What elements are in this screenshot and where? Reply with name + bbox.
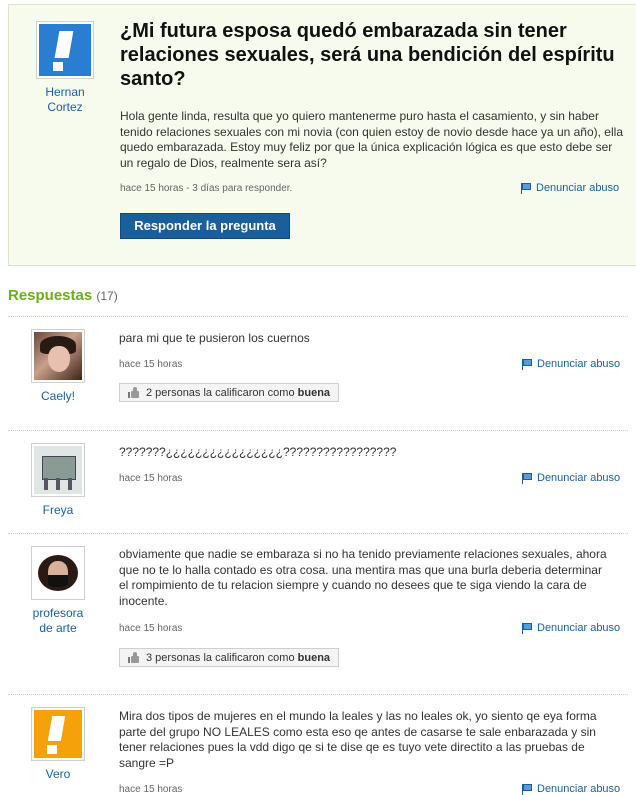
answer-item: Vero Mira dos tipos de mujeres en el mun… bbox=[8, 694, 628, 795]
avatar[interactable] bbox=[36, 21, 94, 79]
answer-time: hace 15 horas bbox=[119, 623, 183, 634]
answer-author: Freya bbox=[28, 443, 88, 518]
report-abuse-label: Denunciar abuso bbox=[537, 622, 621, 634]
author-name-link[interactable]: profesora de arte bbox=[28, 606, 88, 636]
flag-icon bbox=[520, 183, 532, 194]
question-title: ¿Mi futura esposa quedó embarazada sin t… bbox=[120, 20, 615, 90]
answer-author: Vero bbox=[28, 707, 88, 782]
author-name-link[interactable]: Caely! bbox=[28, 389, 88, 404]
author-name-link[interactable]: Hernan Cortez bbox=[35, 85, 95, 115]
answer-item: Caely! para mi que te pusieron los cuern… bbox=[8, 316, 628, 430]
rating-badge[interactable]: 2 personas la calificaron como buena bbox=[119, 383, 340, 402]
flag-icon bbox=[521, 359, 533, 370]
report-abuse-label: Denunciar abuso bbox=[537, 783, 621, 795]
answer-text: Mira dos tipos de mujeres en el mundo la… bbox=[119, 709, 597, 770]
report-abuse-link[interactable]: Denunciar abuso bbox=[520, 182, 619, 194]
thumbs-up-icon bbox=[128, 652, 140, 664]
user-photo bbox=[34, 549, 82, 597]
author-name-link[interactable]: Vero bbox=[28, 767, 88, 782]
avatar[interactable] bbox=[31, 329, 85, 383]
question-body: Hola gente linda, resulta que yo quiero … bbox=[120, 109, 623, 170]
rating-badge[interactable]: 3 personas la calificaron como buena bbox=[119, 648, 340, 667]
report-abuse-label: Denunciar abuso bbox=[536, 182, 620, 194]
flag-icon bbox=[521, 473, 533, 484]
report-abuse-link[interactable]: Denunciar abuso bbox=[521, 622, 620, 634]
question-meta: hace 15 horas - 3 días para responder. bbox=[120, 183, 293, 194]
report-abuse-link[interactable]: Denunciar abuso bbox=[521, 783, 620, 795]
answer-time: hace 15 horas bbox=[119, 473, 183, 484]
user-photo bbox=[34, 446, 82, 494]
question-box: Hernan Cortez ¿Mi futura esposa quedó em… bbox=[8, 4, 636, 266]
report-abuse-label: Denunciar abuso bbox=[537, 358, 621, 370]
flag-icon bbox=[521, 784, 533, 795]
user-photo bbox=[34, 332, 82, 380]
default-avatar-icon bbox=[39, 24, 91, 76]
avatar[interactable] bbox=[31, 443, 85, 497]
default-avatar-icon bbox=[34, 710, 82, 758]
report-abuse-link[interactable]: Denunciar abuso bbox=[521, 472, 620, 484]
answers-count: (17) bbox=[96, 289, 118, 303]
answers-label: Respuestas bbox=[8, 287, 93, 304]
report-abuse-link[interactable]: Denunciar abuso bbox=[521, 358, 620, 370]
flag-icon bbox=[521, 623, 533, 634]
answer-item: profesora de arte obviamente que nadie s… bbox=[8, 533, 628, 694]
rating-text: 2 personas la calificaron como bbox=[146, 387, 295, 399]
thumbs-up-icon bbox=[128, 387, 140, 399]
answers-heading: Respuestas (17) bbox=[8, 287, 118, 304]
author-name-link[interactable]: Freya bbox=[28, 503, 88, 518]
rating-word: buena bbox=[297, 387, 331, 399]
answer-text: ???????¿¿¿¿¿¿¿¿¿¿¿¿¿¿¿¿????????????????? bbox=[119, 445, 397, 459]
answer-text: para mi que te pusieron los cuernos bbox=[119, 331, 310, 345]
question-author: Hernan Cortez bbox=[35, 21, 95, 115]
avatar[interactable] bbox=[31, 546, 85, 600]
report-abuse-label: Denunciar abuso bbox=[537, 472, 621, 484]
avatar[interactable] bbox=[31, 707, 85, 761]
answer-time: hace 15 horas bbox=[119, 359, 183, 370]
answer-text: obviamente que nadie se embaraza si no h… bbox=[119, 547, 607, 608]
answer-author: profesora de arte bbox=[28, 546, 88, 636]
answer-author: Caely! bbox=[28, 329, 88, 404]
answer-question-button[interactable]: Responder la pregunta bbox=[120, 213, 290, 239]
rating-text: 3 personas la calificaron como bbox=[146, 652, 295, 664]
answer-item: Freya ???????¿¿¿¿¿¿¿¿¿¿¿¿¿¿¿¿???????????… bbox=[8, 430, 628, 533]
answer-time: hace 15 horas bbox=[119, 784, 183, 795]
rating-word: buena bbox=[297, 652, 331, 664]
